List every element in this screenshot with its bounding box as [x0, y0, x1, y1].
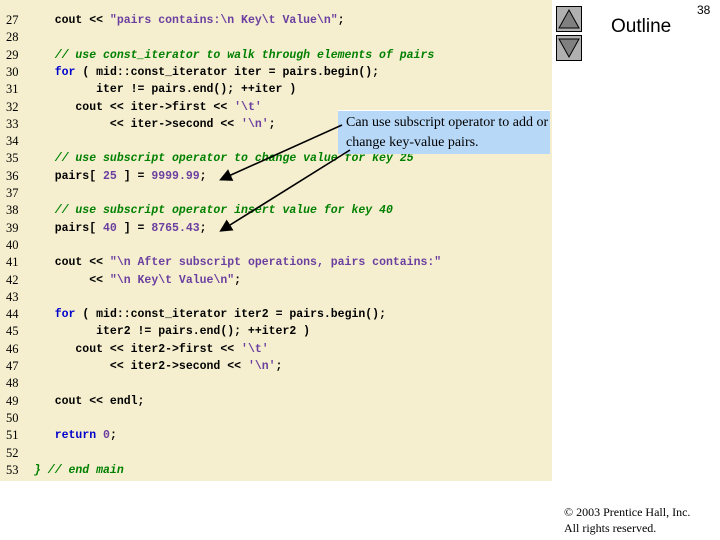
- callout-arrows: [219, 124, 351, 232]
- copyright-notice: © 2003 Prentice Hall, Inc. All rights re…: [564, 504, 690, 536]
- arrow-to-line-36: [219, 124, 343, 181]
- copyright-line-2: All rights reserved.: [564, 521, 657, 535]
- arrow-to-line-39: [219, 149, 351, 232]
- copyright-line-1: © 2003 Prentice Hall, Inc.: [564, 505, 691, 519]
